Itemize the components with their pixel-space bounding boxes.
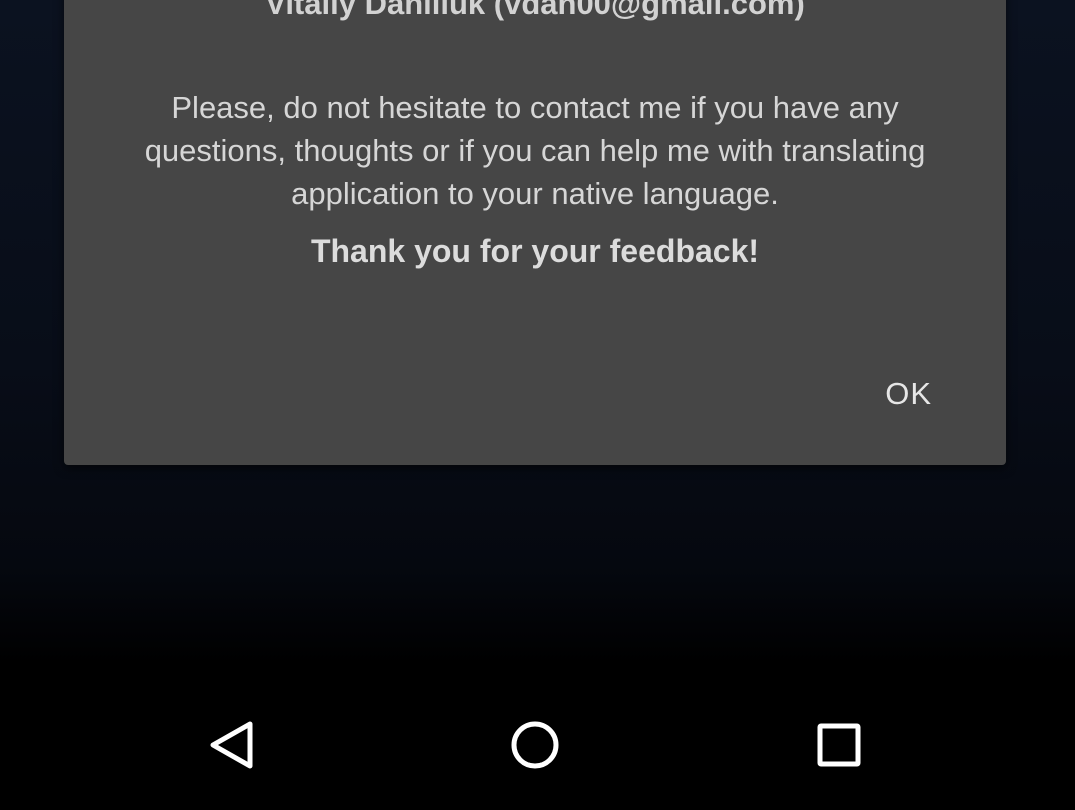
thanks-text: Thank you for your feedback! (310, 233, 760, 269)
home-button[interactable] (500, 710, 570, 780)
back-triangle-icon (210, 721, 253, 769)
recent-apps-square-icon (817, 723, 861, 767)
about-dialog: Vitaliy Daniliuk (vdan00@gmail.com) Plea… (64, 0, 1006, 465)
recent-apps-button[interactable] (804, 710, 874, 780)
navigation-bar (0, 680, 1075, 810)
back-button[interactable] (198, 710, 268, 780)
author-contact: Vitaliy Daniliuk (vdan00@gmail.com) (265, 0, 805, 21)
dialog-message: Please, do not hesitate to contact me if… (144, 90, 926, 211)
screen: Vitaliy Daniliuk (vdan00@gmail.com) Plea… (0, 0, 1075, 810)
ok-button[interactable]: OK (869, 368, 948, 420)
home-circle-icon (511, 721, 559, 769)
